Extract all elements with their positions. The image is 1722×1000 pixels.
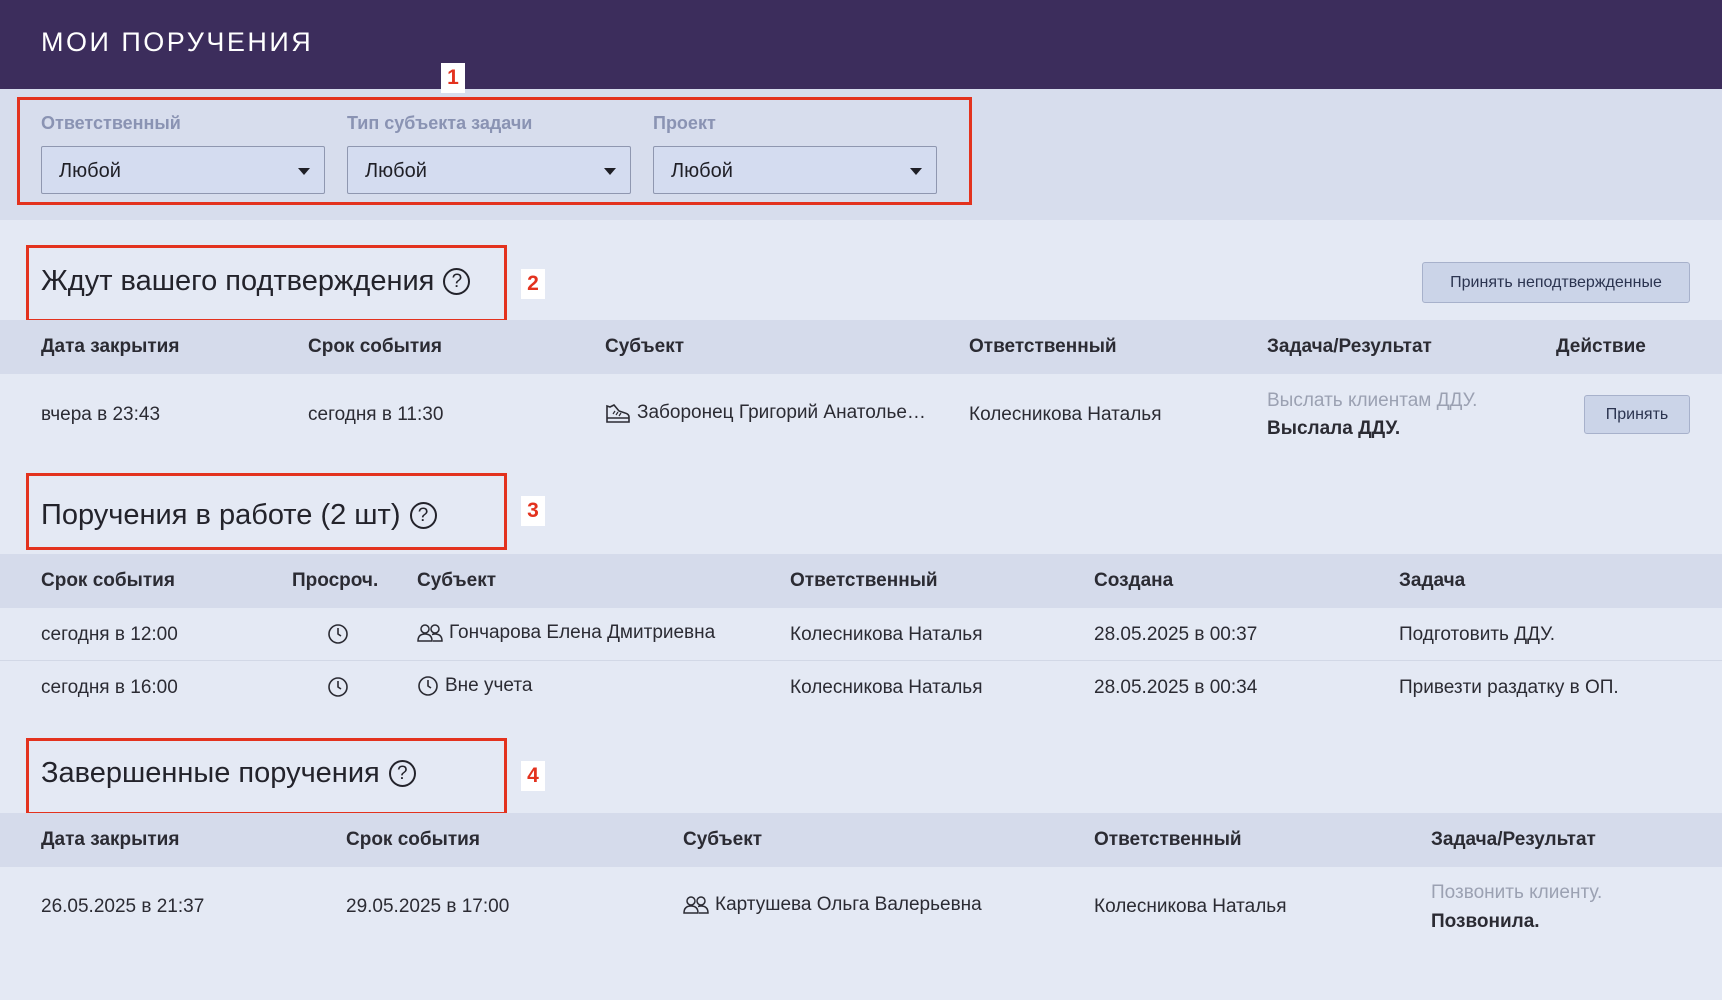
clock-icon	[328, 624, 348, 644]
column-header: Срок события	[346, 829, 480, 850]
completed-title-text: Завершенные поручения	[41, 757, 380, 789]
column-header: Действие	[1556, 336, 1646, 357]
subject[interactable]: Заборонец Григорий Анатолье…	[605, 402, 926, 424]
row-divider	[0, 660, 1722, 661]
responsible-name: Колесникова Наталья	[790, 677, 983, 698]
in-work-title-text: Поручения в работе (2 шт)	[41, 499, 401, 531]
help-icon[interactable]: ?	[409, 502, 437, 529]
subject-name: Картушева Ольга Валерьевна	[715, 894, 982, 915]
column-header: Дата закрытия	[41, 336, 180, 357]
subject-name: Вне учета	[445, 675, 533, 696]
completed-table-header: Дата закрытия Срок события Субъект Ответ…	[0, 813, 1722, 867]
due-date: сегодня в 16:00	[41, 677, 178, 698]
created-date: 28.05.2025 в 00:37	[1094, 624, 1258, 645]
column-header: Субъект	[417, 570, 497, 591]
responsible-name: Колесникова Наталья	[790, 624, 983, 645]
section-title-pending: Ждут вашего подтверждения ?	[41, 265, 471, 298]
due-date: сегодня в 11:30	[308, 404, 444, 425]
pending-title-text: Ждут вашего подтверждения	[41, 265, 435, 297]
page-title: МОИ ПОРУЧЕНИЯ	[41, 27, 314, 57]
column-header: Задача	[1399, 570, 1466, 591]
column-header: Дата закрытия	[41, 829, 180, 850]
annotation-number-3: 3	[521, 496, 545, 526]
subject-name: Гончарова Елена Дмитриевна	[449, 622, 716, 643]
column-header: Субъект	[683, 829, 763, 850]
section-title-in-work: Поручения в работе (2 шт) ?	[41, 499, 437, 532]
annotation-number-4: 4	[521, 761, 545, 791]
closed-date: 26.05.2025 в 21:37	[41, 896, 205, 917]
clock-icon	[328, 677, 348, 697]
task-text: Выслать клиентам ДДУ.	[1267, 390, 1478, 411]
column-header: Создана	[1094, 570, 1174, 591]
task-text: Позвонить клиенту.	[1431, 882, 1603, 903]
column-header: Срок события	[308, 336, 442, 357]
responsible-name: Колесникова Наталья	[1094, 896, 1287, 917]
people-icon	[683, 896, 709, 914]
column-header: Ответственный	[969, 336, 1117, 357]
due-date: 29.05.2025 в 17:00	[346, 896, 510, 917]
created-date: 28.05.2025 в 00:34	[1094, 677, 1258, 698]
annotation-number-1: 1	[441, 63, 465, 93]
column-header: Ответственный	[1094, 829, 1242, 850]
accept-all-button[interactable]: Принять неподтвержденные	[1422, 262, 1690, 303]
task-text: Привезти раздатку в ОП.	[1399, 677, 1619, 698]
subject[interactable]: Гончарова Елена Дмитриевна	[417, 622, 715, 644]
task-text: Подготовить ДДУ.	[1399, 624, 1555, 645]
annotation-number-2: 2	[521, 269, 545, 299]
clock-icon	[418, 676, 438, 696]
top-bar: МОИ ПОРУЧЕНИЯ	[0, 0, 1722, 89]
column-header: Задача/Результат	[1431, 829, 1596, 850]
column-header: Субъект	[605, 336, 685, 357]
in-work-table-header: Срок события Просроч. Субъект Ответствен…	[0, 554, 1722, 608]
result-text: Выслала ДДУ.	[1267, 418, 1401, 439]
pending-table-header: Дата закрытия Срок события Субъект Ответ…	[0, 320, 1722, 374]
column-header: Срок события	[41, 570, 175, 591]
section-title-completed: Завершенные поручения ?	[41, 757, 416, 790]
help-icon[interactable]: ?	[388, 760, 416, 787]
result-text: Позвонила.	[1431, 911, 1540, 932]
closed-date: вчера в 23:43	[41, 404, 161, 425]
help-icon[interactable]: ?	[443, 268, 471, 295]
column-header: Задача/Результат	[1267, 336, 1432, 357]
subject[interactable]: Картушева Ольга Валерьевна	[683, 894, 982, 916]
annotation-box-1	[17, 97, 972, 205]
column-header: Ответственный	[790, 570, 938, 591]
subject[interactable]: Вне учета	[417, 675, 532, 697]
subject-name: Заборонец Григорий Анатолье…	[637, 402, 926, 423]
column-header: Просроч.	[292, 570, 379, 591]
people-icon	[417, 624, 443, 642]
responsible-name: Колесникова Наталья	[969, 404, 1162, 425]
shoe-icon	[606, 404, 630, 423]
due-date: сегодня в 12:00	[41, 624, 178, 645]
accept-button[interactable]: Принять	[1584, 395, 1690, 434]
